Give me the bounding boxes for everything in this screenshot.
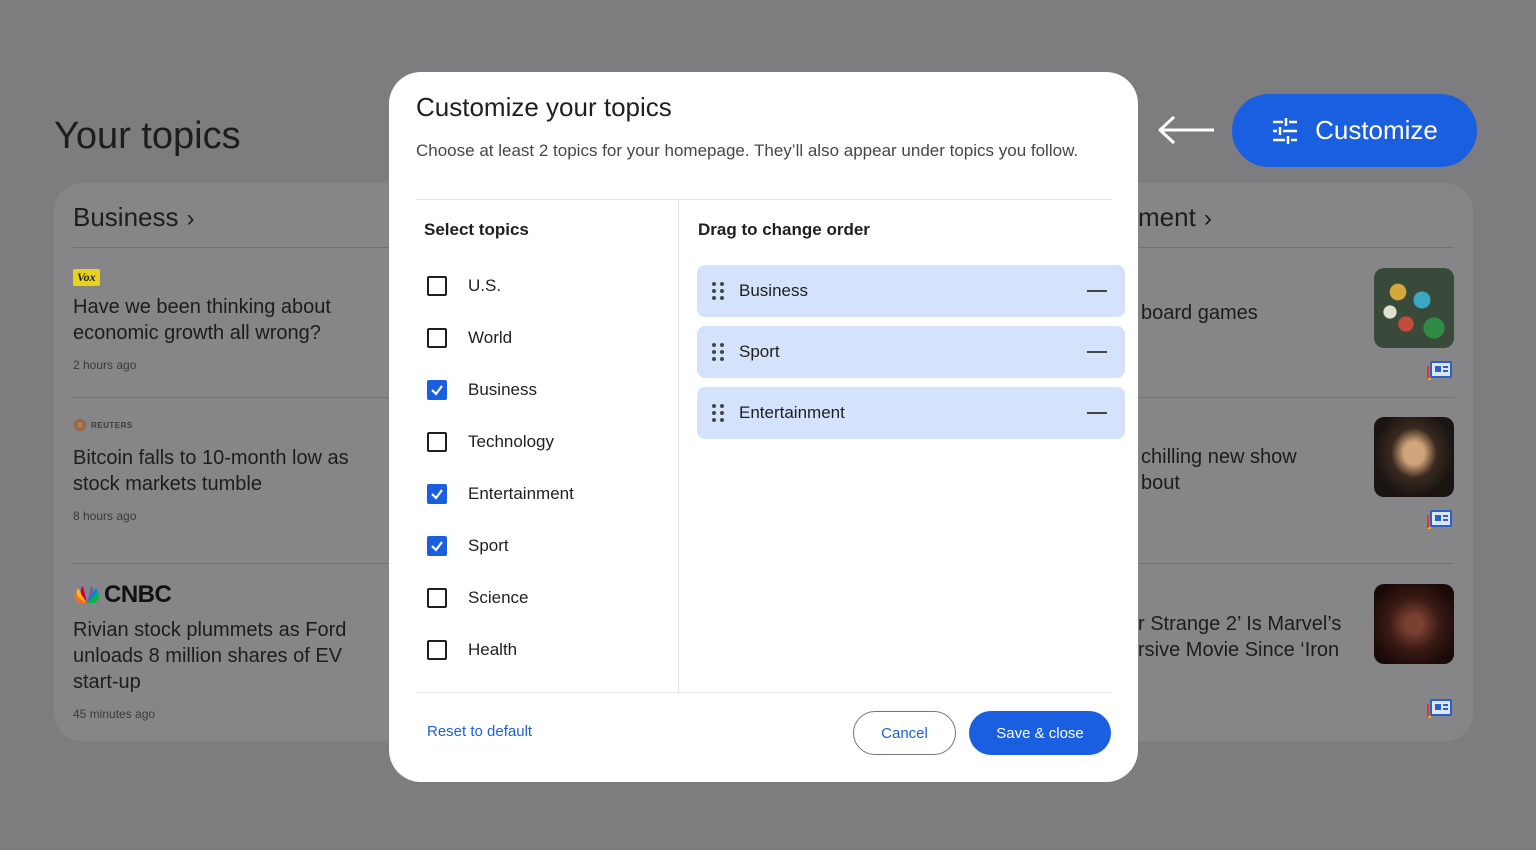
vox-logo: Vox: [73, 268, 393, 286]
checkbox[interactable]: [427, 276, 447, 296]
topic-checkbox-entertainment[interactable]: Entertainment: [427, 484, 574, 504]
order-item-label: Entertainment: [739, 403, 845, 422]
order-heading: Drag to change order: [698, 220, 870, 239]
topic-label: Business: [468, 380, 537, 399]
dialog-subtitle: Choose at least 2 topics for your homepa…: [416, 141, 1079, 160]
select-topics-heading: Select topics: [424, 220, 529, 239]
article-card[interactable]: Vox Have we been thinking about economic…: [73, 268, 393, 372]
checkbox[interactable]: [427, 588, 447, 608]
topic-label: Health: [468, 640, 518, 659]
full-coverage-icon[interactable]: [1427, 699, 1452, 718]
topic-label: Technology: [468, 432, 555, 451]
topic-label: Sport: [468, 536, 509, 555]
page-title: Your topics: [54, 115, 241, 157]
order-item-sport[interactable]: Sport: [697, 326, 1125, 378]
dialog-title: Customize your topics: [416, 92, 672, 122]
checkbox[interactable]: [427, 432, 447, 452]
article-timestamp: 2 hours ago: [73, 358, 137, 372]
tune-icon: [1273, 117, 1298, 144]
article-card[interactable]: REUTERS Bitcoin falls to 10-month low as…: [73, 418, 393, 523]
reset-to-default-link[interactable]: Reset to default: [427, 723, 532, 740]
cnbc-logo: CNBC: [73, 581, 393, 609]
customize-button-label: Customize: [1315, 115, 1438, 145]
drag-handle-icon[interactable]: [711, 342, 725, 362]
topic-checkbox-business[interactable]: Business: [427, 380, 537, 400]
order-item-entertainment[interactable]: Entertainment: [697, 387, 1125, 439]
chevron-right-icon: ›: [186, 205, 195, 232]
drag-handle-icon[interactable]: [711, 281, 725, 301]
business-section-heading[interactable]: Business ›: [73, 202, 195, 233]
checkbox-checked[interactable]: [427, 484, 447, 504]
remove-icon[interactable]: [1087, 351, 1107, 353]
divider: [73, 247, 393, 248]
entertainment-section-title: ment: [1138, 202, 1196, 232]
topic-checkbox-world[interactable]: World: [427, 328, 512, 348]
article-headline[interactable]: chilling new show bout: [1141, 444, 1297, 496]
full-coverage-icon[interactable]: [1427, 510, 1452, 529]
checkmark-icon: [431, 385, 443, 396]
article-thumbnail[interactable]: [1374, 417, 1454, 497]
topic-checkbox-us[interactable]: U.S.: [427, 276, 501, 296]
topic-checkbox-health[interactable]: Health: [427, 640, 517, 660]
article-headline[interactable]: Have we been thinking about economic gro…: [73, 294, 393, 346]
order-item-label: Business: [739, 281, 808, 300]
remove-icon[interactable]: [1087, 290, 1107, 292]
divider: [1138, 247, 1454, 248]
article-card[interactable]: CNBC Rivian stock plummets as Ford unloa…: [73, 581, 393, 721]
remove-icon[interactable]: [1087, 412, 1107, 414]
customize-topics-dialog: Customize your topics Choose at least 2 …: [389, 72, 1138, 782]
checkmark-icon: [431, 541, 443, 552]
article-timestamp: 45 minutes ago: [73, 707, 156, 721]
full-coverage-icon[interactable]: [1427, 361, 1452, 380]
column-divider: [678, 200, 679, 692]
article-thumbnail[interactable]: [1374, 268, 1454, 348]
divider: [73, 563, 393, 564]
topic-label: Science: [468, 588, 529, 607]
divider: [416, 692, 1111, 693]
topic-label: Entertainment: [468, 484, 574, 503]
topic-checkbox-science[interactable]: Science: [427, 588, 528, 608]
topic-checkbox-sport[interactable]: Sport: [427, 536, 509, 556]
divider: [1138, 563, 1454, 564]
divider: [416, 199, 1111, 200]
save-and-close-button[interactable]: Save & close: [969, 711, 1111, 755]
customize-button[interactable]: Customize: [1232, 94, 1477, 167]
topic-label: U.S.: [468, 276, 502, 295]
arrow-left-icon: [1158, 115, 1214, 145]
article-thumbnail[interactable]: [1374, 584, 1454, 664]
article-headline[interactable]: Bitcoin falls to 10-month low as stock m…: [73, 445, 393, 497]
entertainment-section-heading[interactable]: ment ›: [1138, 202, 1212, 233]
checkbox[interactable]: [427, 640, 447, 660]
article-headline[interactable]: board games: [1141, 300, 1258, 326]
drag-handle-icon[interactable]: [711, 403, 725, 423]
topic-checkbox-technology[interactable]: Technology: [427, 432, 554, 452]
article-timestamp: 8 hours ago: [73, 509, 137, 523]
checkbox[interactable]: [427, 328, 447, 348]
divider: [73, 397, 393, 398]
cancel-button[interactable]: Cancel: [853, 711, 956, 755]
order-item-business[interactable]: Business: [697, 265, 1125, 317]
checkbox-checked[interactable]: [427, 380, 447, 400]
checkbox-checked[interactable]: [427, 536, 447, 556]
order-item-label: Sport: [739, 342, 780, 361]
checkmark-icon: [431, 489, 443, 500]
business-section-title: Business: [73, 202, 179, 232]
topic-label: World: [468, 328, 513, 347]
article-headline[interactable]: r Strange 2’ Is Marvel’s rsive Movie Sin…: [1138, 611, 1341, 663]
peacock-icon: [74, 586, 100, 603]
article-headline[interactable]: Rivian stock plummets as Ford unloads 8 …: [73, 617, 393, 695]
divider: [1138, 397, 1454, 398]
chevron-right-icon: ›: [1203, 205, 1212, 232]
reuters-logo: REUTERS: [73, 418, 393, 437]
